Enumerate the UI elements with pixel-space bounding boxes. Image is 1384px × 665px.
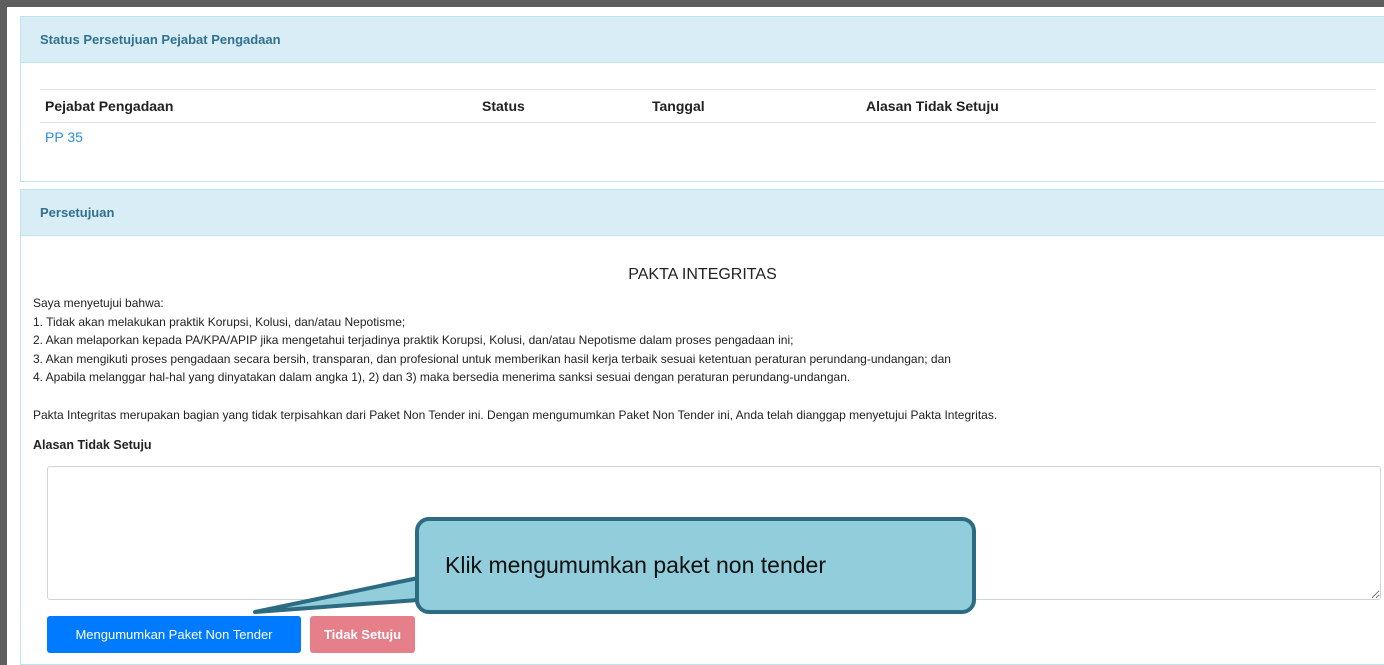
- pakta-item: 3. Akan mengikuti proses pengadaan secar…: [33, 351, 951, 366]
- col-pejabat-header: Pejabat Pengadaan: [40, 89, 477, 123]
- status-cell: [477, 123, 647, 151]
- announce-button[interactable]: Mengumumkan Paket Non Tender: [47, 616, 301, 653]
- tanggal-cell: [647, 123, 861, 151]
- col-status-header: Status: [477, 89, 647, 123]
- status-table: Pejabat Pengadaan Status Tanggal Alasan …: [40, 89, 1376, 151]
- status-panel-heading: Status Persetujuan Pejabat Pengadaan: [21, 17, 1384, 63]
- pakta-closing: Pakta Integritas merupakan bagian yang t…: [33, 407, 998, 422]
- pakta-body: Saya menyetujui bahwa: 1. Tidak akan mel…: [33, 294, 1374, 424]
- table-row: PP 35: [40, 123, 1376, 151]
- callout-annotation: Klik mengumumkan paket non tender: [415, 517, 976, 614]
- table-header-row: Pejabat Pengadaan Status Tanggal Alasan …: [40, 89, 1376, 123]
- persetujuan-panel-heading: Persetujuan: [21, 190, 1384, 236]
- pejabat-link[interactable]: PP 35: [45, 129, 83, 145]
- pakta-item: 1. Tidak akan melakukan praktik Korupsi,…: [33, 314, 406, 329]
- pakta-title: PAKTA INTEGRITAS: [628, 266, 777, 283]
- status-approval-panel: Status Persetujuan Pejabat Pengadaan Pej…: [20, 16, 1384, 182]
- pakta-intro: Saya menyetujui bahwa:: [33, 296, 164, 310]
- pakta-item: 4. Apabila melanggar hal-hal yang dinyat…: [33, 370, 851, 384]
- col-alasan-header: Alasan Tidak Setuju: [861, 89, 1376, 123]
- reason-label: Alasan Tidak Setuju: [33, 438, 152, 452]
- reject-button[interactable]: Tidak Setuju: [310, 616, 415, 653]
- pakta-item: 2. Akan melaporkan kepada PA/KPA/APIP ji…: [33, 333, 794, 347]
- col-tanggal-header: Tanggal: [647, 89, 861, 123]
- alasan-cell: [861, 123, 1376, 151]
- callout-text: Klik mengumumkan paket non tender: [445, 552, 826, 578]
